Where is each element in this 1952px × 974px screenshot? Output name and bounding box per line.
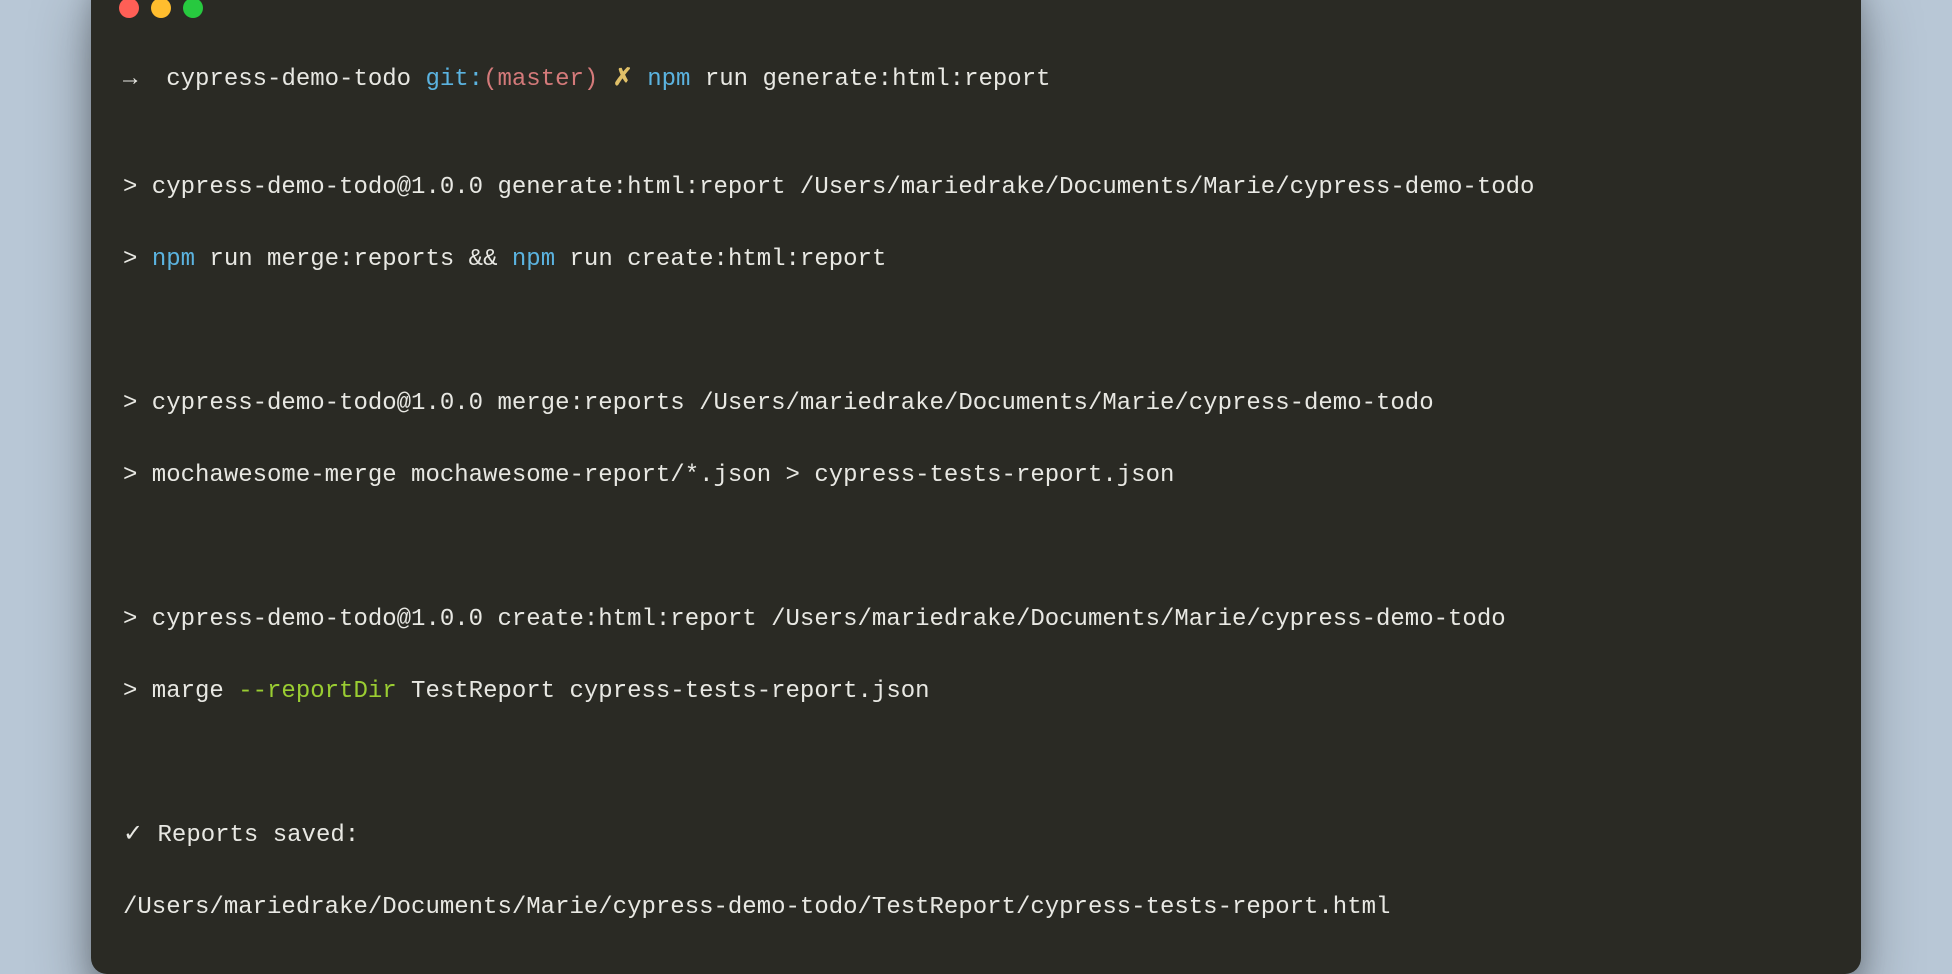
maximize-button[interactable]: [183, 0, 203, 18]
close-button[interactable]: [119, 0, 139, 18]
window-titlebar: [91, 0, 1861, 34]
script-cmd-3: > marge --reportDir TestReport cypress-t…: [123, 674, 1829, 710]
terminal-window: → cypress-demo-todo git:(master) ✗ npm r…: [91, 0, 1861, 974]
terminal-output[interactable]: → cypress-demo-todo git:(master) ✗ npm r…: [91, 34, 1861, 974]
result-saved: ✓ Reports saved:: [123, 818, 1829, 854]
prompt-arrow: →: [123, 66, 166, 93]
script-cmd-1: > npm run merge:reports && npm run creat…: [123, 242, 1829, 278]
prompt-line: → cypress-demo-todo git:(master) ✗ npm r…: [123, 62, 1829, 98]
npm-token: npm: [512, 246, 555, 273]
minimize-button[interactable]: [151, 0, 171, 18]
git-label: git:: [425, 66, 483, 93]
blank-line: [123, 530, 1829, 566]
git-branch: (master): [483, 66, 613, 93]
script-header-1: > cypress-demo-todo@1.0.0 generate:html:…: [123, 170, 1829, 206]
blank-line: [123, 314, 1829, 350]
command-args: run generate:html:report: [690, 66, 1050, 93]
blank-line: [123, 746, 1829, 782]
script-header-2: > cypress-demo-todo@1.0.0 merge:reports …: [123, 386, 1829, 422]
script-header-3: > cypress-demo-todo@1.0.0 create:html:re…: [123, 602, 1829, 638]
npm-token: npm: [152, 246, 195, 273]
git-dirty-icon: ✗: [613, 66, 633, 93]
cli-flag: --reportDir: [238, 678, 396, 705]
blank-line: [123, 134, 1829, 170]
result-path: /Users/mariedrake/Documents/Marie/cypres…: [123, 890, 1829, 926]
npm-cmd: npm: [647, 66, 690, 93]
prompt-directory: cypress-demo-todo: [166, 66, 425, 93]
script-cmd-2: > mochawesome-merge mochawesome-report/*…: [123, 458, 1829, 494]
